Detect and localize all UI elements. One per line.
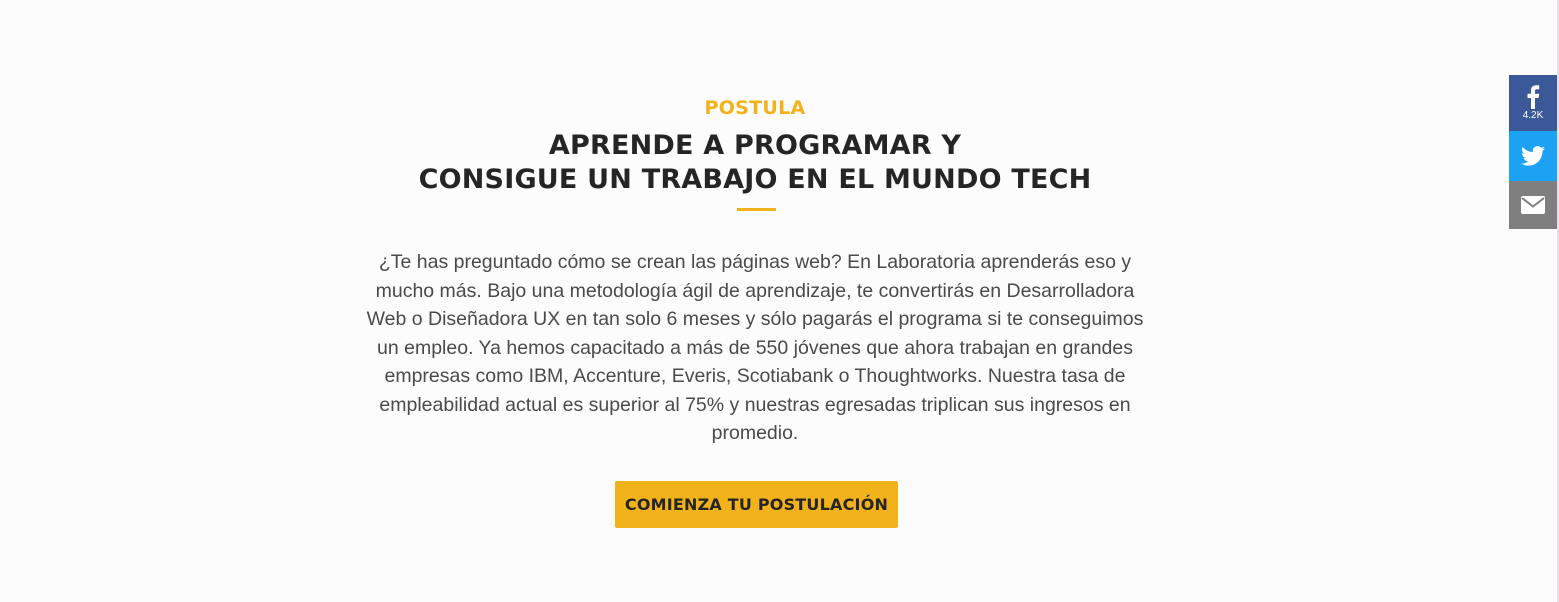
section-title: APRENDE A PROGRAMAR Y CONSIGUE UN TRABAJ… xyxy=(0,129,1510,197)
envelope-icon xyxy=(1521,196,1545,214)
title-divider xyxy=(737,208,776,211)
facebook-share-count: 4.2K xyxy=(1522,110,1544,121)
apply-section: POSTULA APRENDE A PROGRAMAR Y CONSIGUE U… xyxy=(0,0,1510,602)
social-share-bar: 4.2K xyxy=(1509,75,1557,229)
section-title-line-1: APRENDE A PROGRAMAR Y xyxy=(548,130,962,161)
section-title-line-2: CONSIGUE UN TRABAJO EN EL MUNDO TECH xyxy=(418,164,1092,195)
twitter-icon xyxy=(1521,146,1545,166)
share-email-button[interactable] xyxy=(1509,181,1557,229)
section-description: ¿Te has preguntado cómo se crean las pág… xyxy=(366,251,1144,444)
section-eyebrow: POSTULA xyxy=(704,97,806,119)
share-twitter-button[interactable] xyxy=(1509,131,1557,181)
start-application-button[interactable]: COMIENZA TU POSTULACIÓN xyxy=(615,481,898,528)
share-facebook-button[interactable]: 4.2K xyxy=(1509,75,1557,131)
facebook-icon xyxy=(1527,85,1540,109)
